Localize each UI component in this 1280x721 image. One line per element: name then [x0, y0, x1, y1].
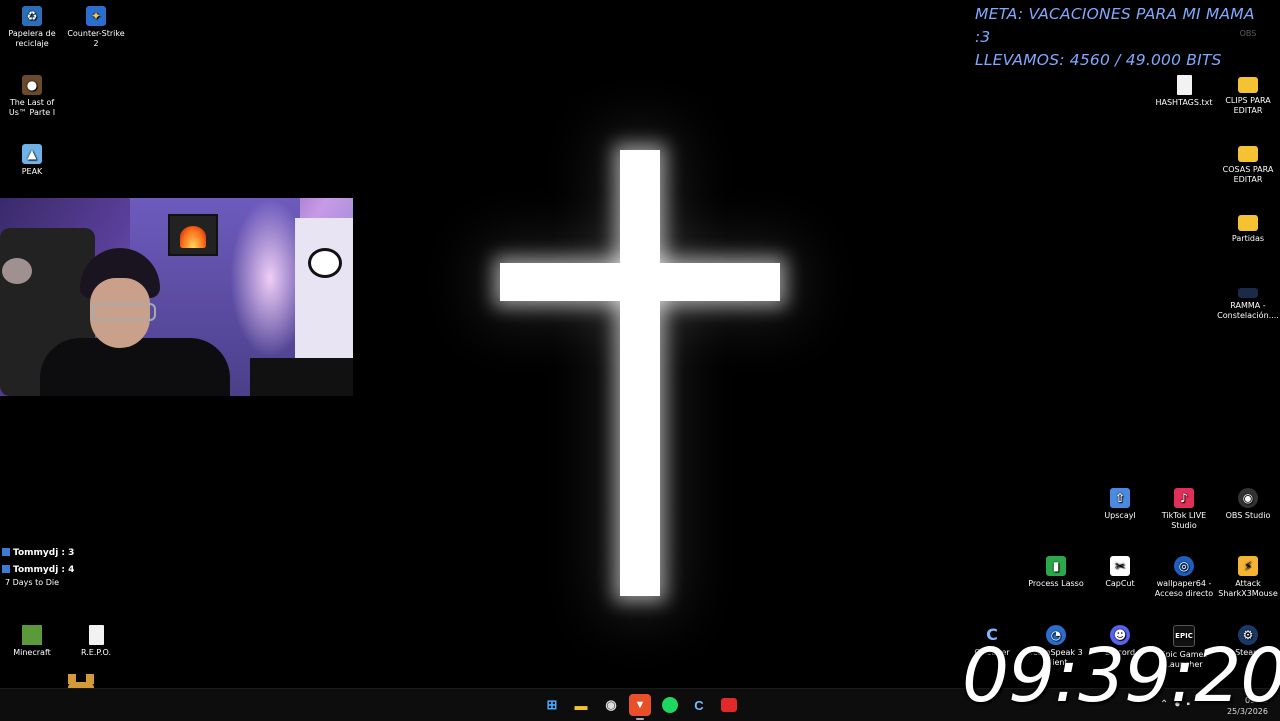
- partidas-folder-label: Partidas: [1231, 234, 1265, 243]
- capcut-shortcut[interactable]: ✂ CapCut: [1088, 556, 1152, 589]
- wallpaper64-label: wallpaper64 - Acceso directo: [1154, 579, 1214, 598]
- webcam-fireplace-screen: [168, 214, 218, 256]
- counter-strike-label: Counter-Strike 2: [67, 29, 125, 48]
- peak-icon: ▲: [22, 144, 42, 164]
- cosas-folder-label: COSAS PARA EDITAR: [1222, 165, 1274, 184]
- chat-user: Tommydj: [13, 548, 59, 558]
- obs-studio-shortcut[interactable]: ◉ OBS Studio: [1216, 488, 1280, 521]
- webcam-desk: [250, 358, 353, 396]
- clips-folder-label: CLIPS PARA EDITAR: [1225, 96, 1271, 115]
- seven-days-label: 7 Days to Die: [4, 578, 60, 587]
- wallpaper-engine-icon: ◎: [1174, 556, 1194, 576]
- tiktok-label: TikTok LIVE Studio: [1161, 511, 1207, 530]
- process-lasso-label: Process Lasso: [1028, 579, 1084, 588]
- tlou-label: The Last of Us™ Parte I: [8, 98, 56, 117]
- capcut-icon: ✂: [1110, 556, 1130, 576]
- tlou-icon: ●: [22, 75, 42, 95]
- red-app-taskbar-icon[interactable]: [718, 694, 740, 716]
- counter-strike-icon: ✦: [86, 6, 106, 26]
- ramma-label: RAMMA - Constelación....: [1217, 301, 1279, 320]
- attack-shark-label: Attack SharkX3Mouse: [1218, 579, 1278, 598]
- obs-icon: ◉: [1238, 488, 1258, 508]
- process-lasso-icon: ▮: [1046, 556, 1066, 576]
- spotify-taskbar-icon[interactable]: [659, 694, 681, 716]
- webcam-panda-plush: [308, 248, 342, 278]
- minecraft-shortcut[interactable]: Minecraft: [0, 625, 64, 658]
- chat-message: Tommydj : 4: [2, 565, 74, 575]
- repo-shortcut[interactable]: R.E.P.O.: [64, 625, 128, 658]
- folder-icon: [1238, 146, 1258, 162]
- cross-horizontal-bar: [500, 263, 780, 301]
- webcam-person-shirt: [40, 338, 230, 396]
- partidas-folder[interactable]: Partidas: [1216, 213, 1280, 244]
- minecraft-label: Minecraft: [13, 648, 51, 657]
- recycle-bin-icon: ♻: [22, 6, 42, 26]
- peak-shortcut[interactable]: ▲ PEAK: [0, 144, 64, 177]
- hashtags-file[interactable]: HASHTAGS.txt: [1152, 75, 1216, 108]
- upscayl-shortcut[interactable]: ⇧ Upscayl: [1088, 488, 1152, 521]
- peak-label: PEAK: [21, 167, 43, 176]
- obs-taskbar-icon[interactable]: ◉: [600, 694, 622, 716]
- webcam-feed: [0, 198, 353, 396]
- chat-text: : 4: [58, 565, 75, 575]
- ccleaner-taskbar-icon[interactable]: C: [688, 694, 710, 716]
- progress-line: LLEVAMOS: 4560 / 49.000 BITS: [975, 51, 1222, 69]
- webcam-plush: [2, 258, 32, 284]
- cross-vertical-bar: [620, 150, 660, 596]
- attack-shark-icon: ⚡: [1238, 556, 1258, 576]
- image-thumbnail-icon: [1238, 288, 1258, 298]
- brave-taskbar-icon[interactable]: ▼: [629, 694, 651, 720]
- recycle-bin-shortcut[interactable]: ♻ Papelera de reciclaje: [0, 6, 64, 49]
- minecraft-icon: [22, 625, 42, 645]
- recycle-bin-label: Papelera de reciclaje: [8, 29, 56, 48]
- chat-text: : 3: [58, 548, 75, 558]
- clips-folder[interactable]: CLIPS PARA EDITAR: [1216, 75, 1280, 116]
- ramma-shortcut[interactable]: RAMMA - Constelación....: [1216, 288, 1280, 321]
- hashtags-label: HASHTAGS.txt: [1155, 98, 1213, 107]
- obs-top-label: OBS: [1239, 29, 1257, 38]
- text-file-icon: [1176, 75, 1192, 95]
- chat-badge-icon: [2, 548, 10, 556]
- upscayl-label: Upscayl: [1104, 511, 1136, 520]
- file-explorer-taskbar-icon[interactable]: ▬: [570, 694, 592, 716]
- chat-badge-icon: [2, 565, 10, 573]
- obs-top-icon: [1238, 18, 1258, 26]
- obs-top-shortcut[interactable]: OBS: [1216, 18, 1280, 39]
- file-icon: [88, 625, 104, 645]
- capcut-label: CapCut: [1105, 579, 1135, 588]
- wallpaper64-shortcut[interactable]: ◎ wallpaper64 - Acceso directo: [1152, 556, 1216, 599]
- stream-clock-overlay: 09:39:20: [962, 633, 1280, 719]
- tiktok-icon: ♪: [1174, 488, 1194, 508]
- process-lasso-shortcut[interactable]: ▮ Process Lasso: [1024, 556, 1088, 589]
- attack-shark-shortcut[interactable]: ⚡ Attack SharkX3Mouse: [1216, 556, 1280, 599]
- upscayl-icon: ⇧: [1110, 488, 1130, 508]
- counter-strike-2-shortcut[interactable]: ✦ Counter-Strike 2: [64, 6, 128, 49]
- cosas-folder[interactable]: COSAS PARA EDITAR: [1216, 144, 1280, 185]
- tiktok-live-shortcut[interactable]: ♪ TikTok LIVE Studio: [1152, 488, 1216, 531]
- folder-icon: [1238, 77, 1258, 93]
- chat-user: Tommydj: [13, 565, 59, 575]
- seven-days-shortcut[interactable]: 7 Days to Die: [0, 578, 64, 588]
- folder-icon: [1238, 215, 1258, 231]
- obs-studio-label: OBS Studio: [1225, 511, 1271, 520]
- chat-message: Tommydj : 3: [2, 548, 74, 558]
- webcam-person-glasses: [92, 303, 156, 321]
- repo-label: R.E.P.O.: [80, 648, 112, 657]
- tlou-shortcut[interactable]: ● The Last of Us™ Parte I: [0, 75, 64, 118]
- windows-start-button[interactable]: ⊞: [541, 694, 563, 716]
